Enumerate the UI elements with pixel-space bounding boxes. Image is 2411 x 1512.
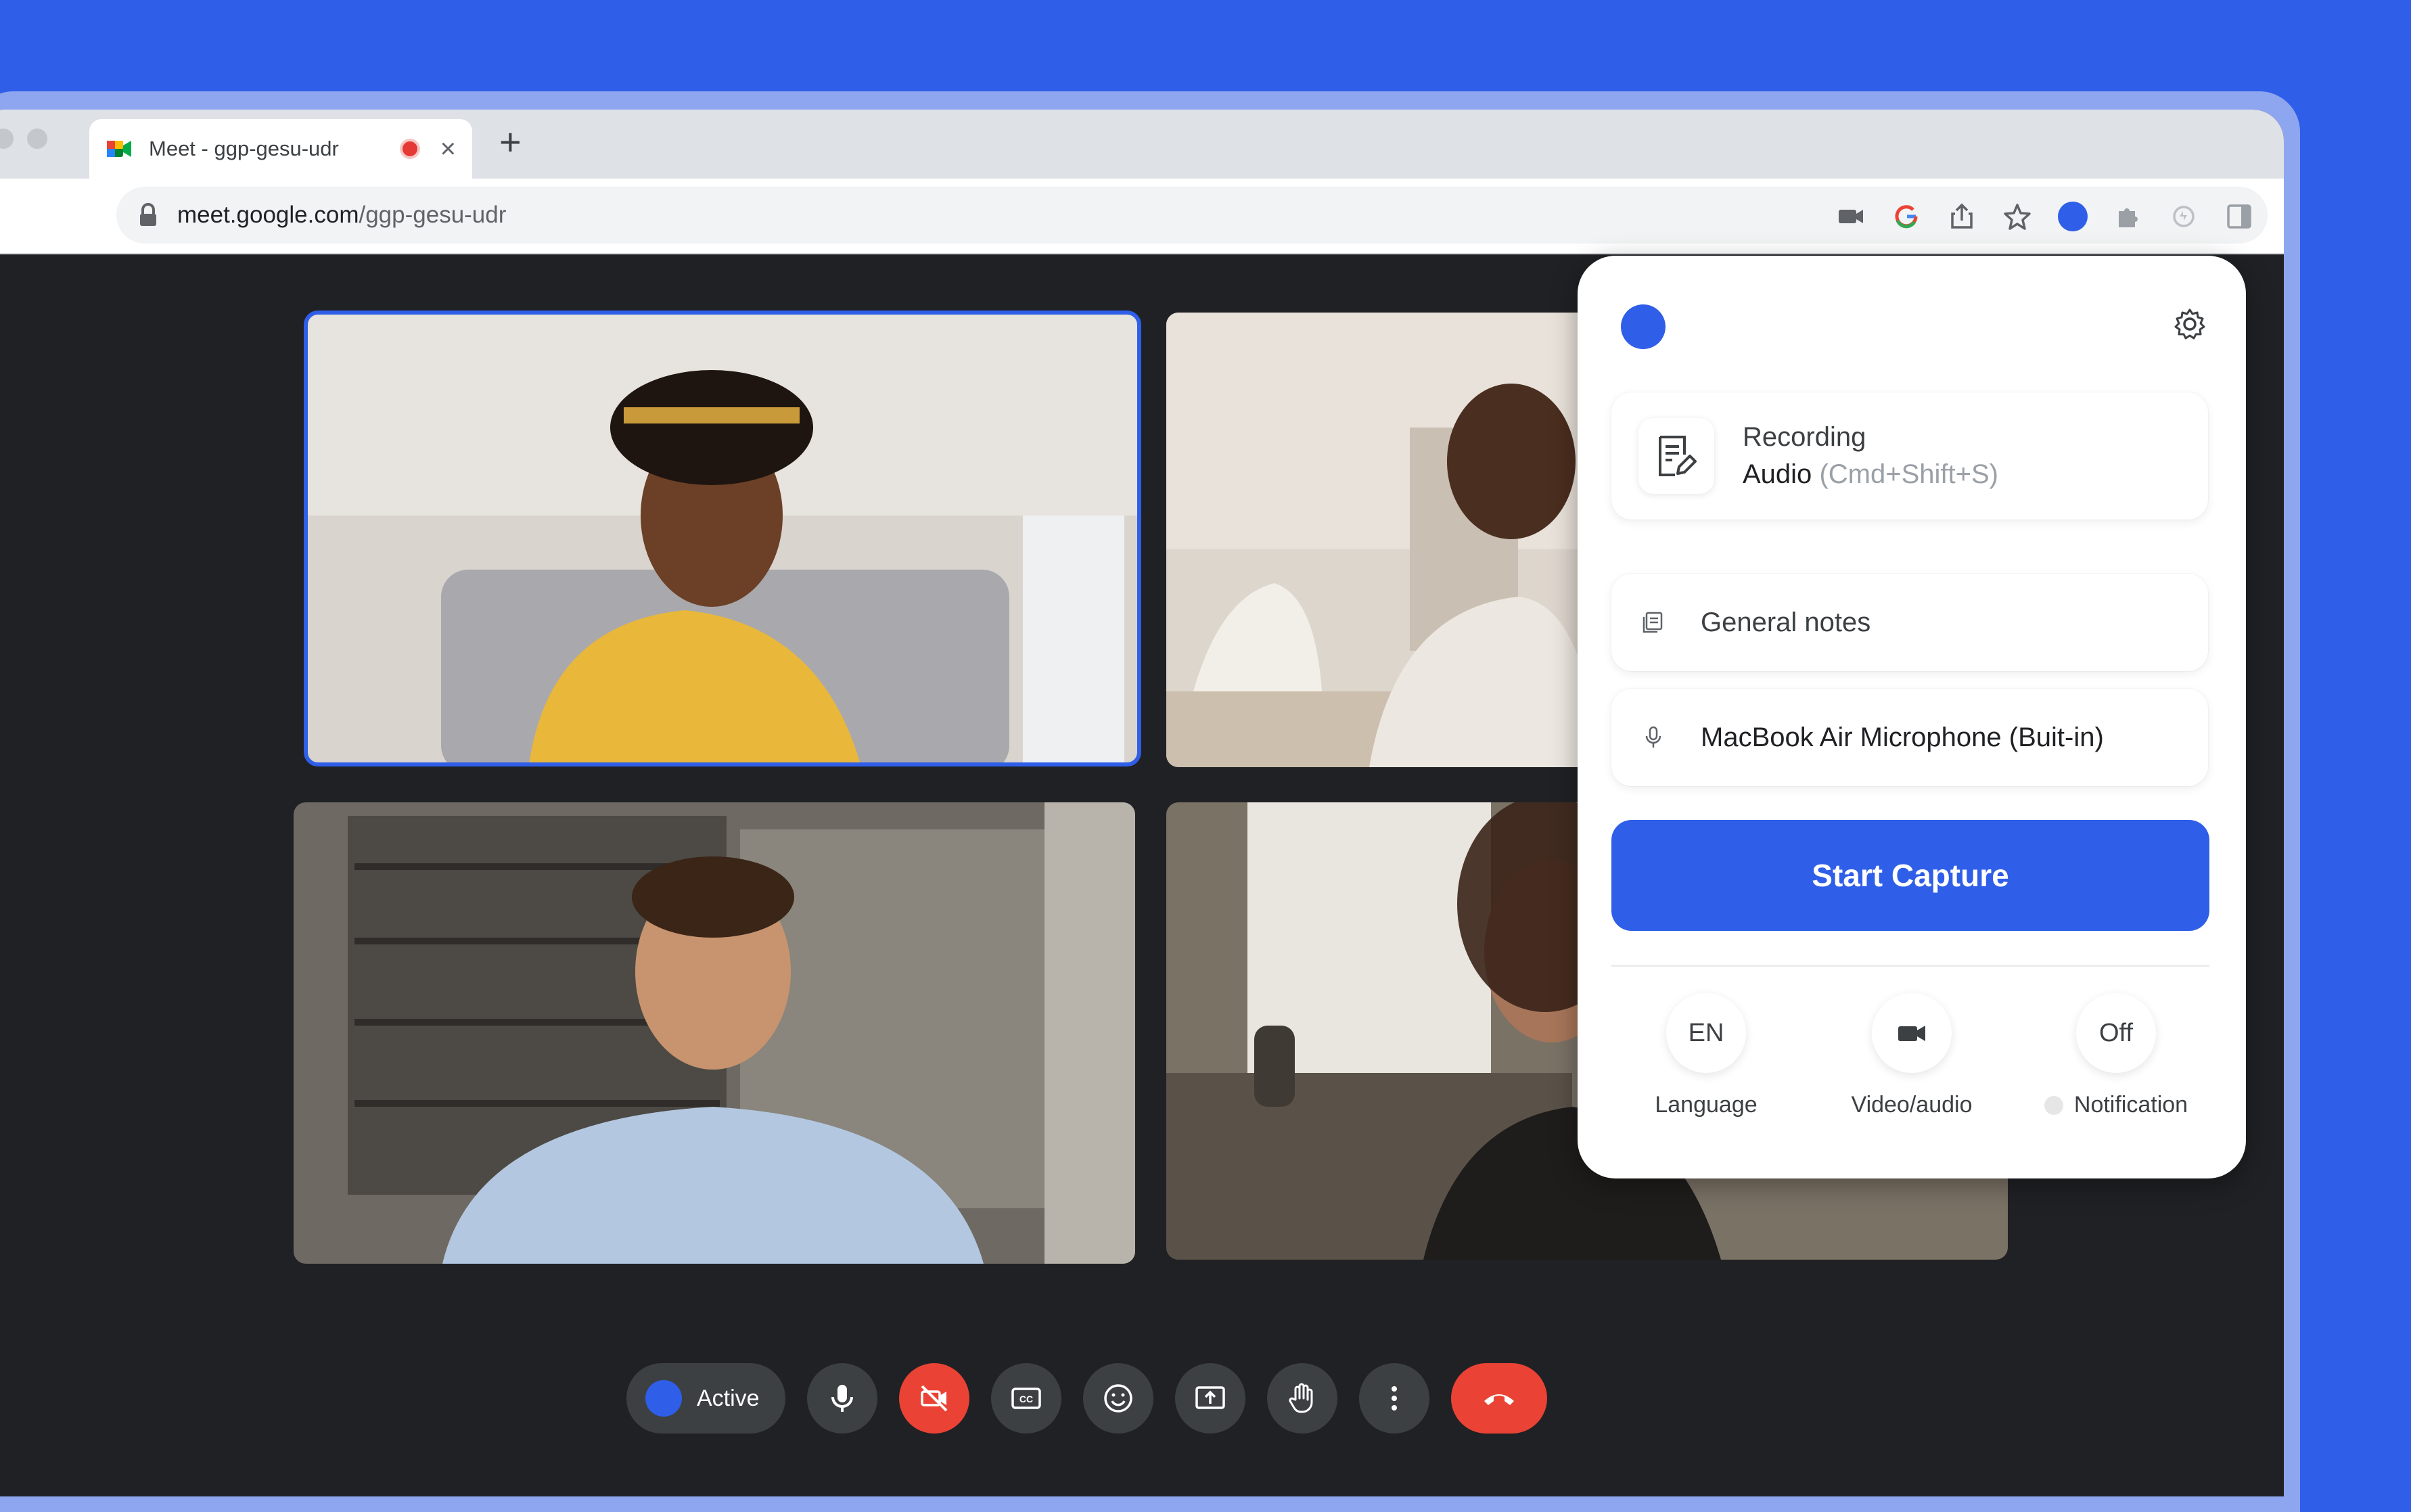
participant-video-1	[306, 313, 1139, 764]
recording-title: Recording	[1743, 422, 1866, 452]
mic-button[interactable]	[806, 1363, 877, 1434]
more-options-button[interactable]	[1358, 1363, 1429, 1434]
present-button[interactable]	[1174, 1363, 1245, 1434]
url-path: /ggp-gesu-udr	[359, 202, 507, 228]
camera-button[interactable]	[898, 1363, 969, 1434]
emoji-icon	[1103, 1384, 1132, 1413]
new-tab-button[interactable]: +	[499, 123, 522, 161]
notification-option[interactable]: Off Notification	[2028, 993, 2204, 1118]
star-icon[interactable]	[2002, 202, 2032, 231]
notes-icon	[1643, 612, 1663, 633]
notification-toggle[interactable]: Off	[2076, 993, 2156, 1073]
video-audio-label-text: Video/audio	[1851, 1092, 1973, 1118]
notification-label: Notification	[2028, 1092, 2204, 1118]
meet-favicon-icon	[107, 141, 131, 157]
camera-off-icon	[920, 1385, 948, 1412]
lock-icon	[140, 203, 156, 226]
microphone-label: MacBook Air Microphone (Buit-in)	[1701, 722, 2104, 752]
toolbar-icons	[1836, 202, 2254, 231]
google-icon[interactable]	[1891, 202, 1921, 231]
close-window-dot[interactable]	[0, 129, 14, 149]
address-bar[interactable]: meet.google.com/ggp-gesu-udr	[116, 187, 2268, 244]
notes-template-select[interactable]: General notes	[1611, 574, 2208, 671]
active-label: Active	[697, 1385, 760, 1411]
captions-icon: CC	[1011, 1388, 1041, 1409]
minimize-window-dot[interactable]	[27, 129, 47, 149]
gear-icon[interactable]	[2172, 306, 2208, 342]
recording-mode-card[interactable]: Recording Audio (Cmd+Shift+S)	[1611, 392, 2208, 520]
video-camera-icon	[1898, 1026, 1925, 1041]
share-icon[interactable]	[1947, 202, 1977, 231]
panel-divider	[1611, 965, 2209, 967]
language-label: Language	[1618, 1092, 1794, 1118]
raise-hand-icon	[1288, 1383, 1313, 1413]
start-capture-button[interactable]: Start Capture	[1611, 820, 2209, 931]
video-audio-toggle[interactable]	[1872, 993, 1952, 1073]
extension-dot-icon[interactable]	[2058, 202, 2088, 231]
notification-label-text: Notification	[2073, 1092, 2188, 1118]
capture-panel: Recording Audio (Cmd+Shift+S) General no…	[1578, 256, 2246, 1178]
meeting-controls: Active CC	[626, 1363, 1547, 1434]
raise-hand-button[interactable]	[1266, 1363, 1337, 1434]
tab-meet[interactable]: Meet - ggp-gesu-udr ×	[89, 119, 472, 179]
captions-button[interactable]: CC	[990, 1363, 1061, 1434]
notification-status-icon	[2044, 1095, 2063, 1115]
note-edit-icon	[1659, 436, 1697, 476]
video-tile-participant-3[interactable]	[294, 802, 1135, 1264]
url-text: meet.google.com/ggp-gesu-udr	[177, 202, 506, 229]
camera-icon[interactable]	[1836, 202, 1866, 231]
video-audio-label: Video/audio	[1824, 1092, 2000, 1118]
reactions-button[interactable]	[1082, 1363, 1153, 1434]
recording-mode-value: Audio	[1743, 459, 1812, 489]
tab-close-icon[interactable]: ×	[440, 135, 456, 162]
language-option[interactable]: EN Language	[1618, 993, 1794, 1118]
leave-call-button[interactable]	[1450, 1363, 1547, 1434]
more-icon	[1391, 1386, 1397, 1411]
tab-strip: Meet - ggp-gesu-udr × +	[0, 110, 2284, 179]
extension-logo	[1621, 304, 1666, 349]
language-toggle[interactable]: EN	[1666, 993, 1746, 1073]
puzzle-icon[interactable]	[2113, 202, 2143, 231]
present-icon	[1195, 1386, 1225, 1409]
recording-indicator-icon	[399, 139, 420, 159]
mic-icon	[831, 1385, 853, 1412]
recording-shortcut: (Cmd+Shift+S)	[1819, 459, 1998, 489]
active-status-button[interactable]: Active	[626, 1363, 785, 1434]
recording-card-icon	[1638, 418, 1714, 494]
sidepanel-icon[interactable]	[2224, 202, 2254, 231]
url-host: meet.google.com	[177, 202, 359, 228]
participant-video-3	[294, 802, 1135, 1264]
recording-mode: Audio (Cmd+Shift+S)	[1743, 459, 1998, 490]
video-tile-participant-1[interactable]	[304, 311, 1141, 766]
tab-title: Meet - ggp-gesu-udr	[149, 137, 339, 160]
microphone-icon	[1645, 726, 1661, 748]
svg-text:CC: CC	[1019, 1394, 1032, 1404]
window-controls	[0, 129, 47, 149]
recording-text: Recording Audio (Cmd+Shift+S)	[1743, 422, 1998, 490]
sync-icon[interactable]	[2169, 202, 2199, 231]
language-label-text: Language	[1655, 1092, 1758, 1118]
hangup-icon	[1484, 1394, 1514, 1405]
notes-label: General notes	[1701, 607, 1871, 637]
video-audio-option[interactable]: Video/audio	[1824, 993, 2000, 1118]
microphone-select[interactable]: MacBook Air Microphone (Buit-in)	[1611, 689, 2208, 786]
browser-toolbar: meet.google.com/ggp-gesu-udr	[0, 179, 2284, 254]
extension-status-icon	[645, 1380, 682, 1417]
